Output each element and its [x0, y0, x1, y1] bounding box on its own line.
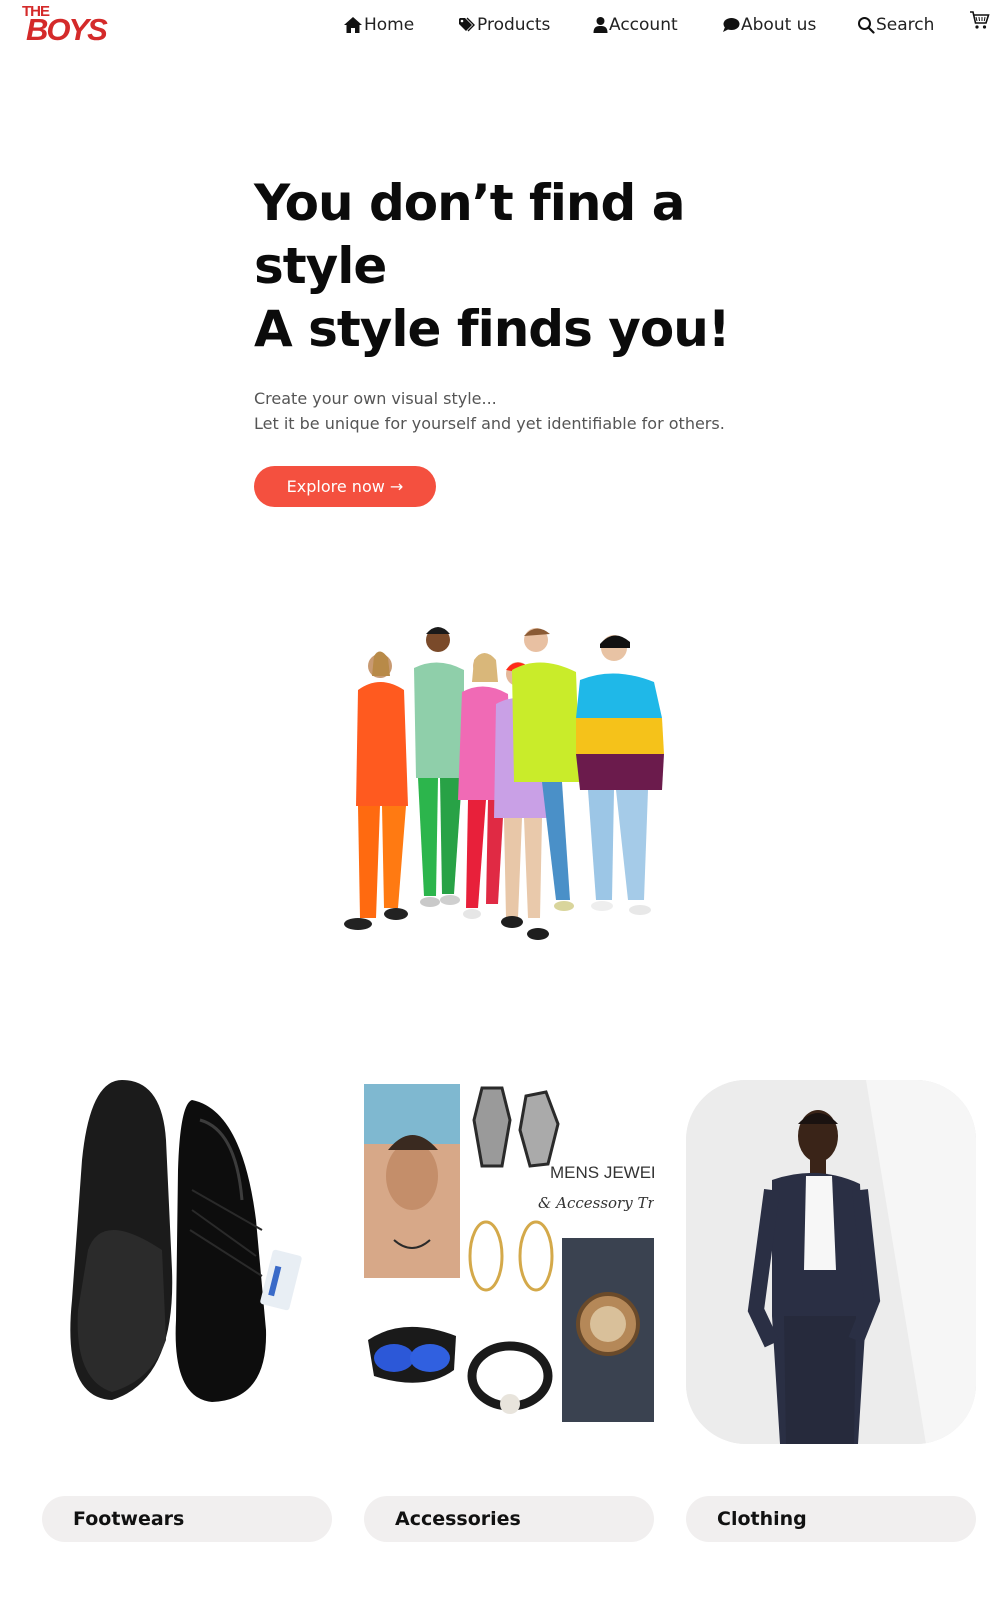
brand-logo[interactable]: THE BOYS — [22, 4, 126, 48]
nav-account[interactable]: Account — [593, 14, 678, 36]
cart-icon[interactable] — [969, 9, 991, 31]
nav-home[interactable]: Home — [343, 14, 414, 36]
user-icon — [593, 17, 608, 33]
nav-products[interactable]: Products — [458, 14, 550, 36]
home-icon — [344, 17, 362, 33]
hero-subtitle-line2: Let it be unique for yourself and yet id… — [254, 414, 725, 433]
person-orange — [344, 651, 408, 930]
search-icon — [858, 17, 875, 34]
accessories-image[interactable]: MENS JEWELRY & Accessory Trends — [364, 1080, 654, 1444]
chat-icon — [723, 18, 740, 32]
person-mint — [414, 627, 464, 907]
person-colorblock — [576, 635, 664, 915]
logo-boys-text: BOYS — [26, 12, 108, 47]
accessories-image-title: MENS JEWELRY — [550, 1163, 654, 1182]
footwears-image[interactable] — [42, 1080, 332, 1444]
tag-icon — [459, 17, 475, 32]
category-clothing[interactable]: Clothing — [686, 1496, 976, 1542]
nav-home-label: Home — [364, 15, 415, 35]
hero-title-line1: You don’t find a — [254, 174, 685, 232]
category-accessories[interactable]: Accessories — [364, 1496, 654, 1542]
nav-about-label: About us — [741, 15, 817, 35]
nav-search-label: Search — [876, 15, 935, 35]
nav-account-label: Account — [609, 15, 678, 35]
nav-search[interactable]: Search — [857, 14, 934, 36]
category-footwears[interactable]: Footwears — [42, 1496, 332, 1542]
hero-subtitle-line1: Create your own visual style... — [254, 389, 497, 408]
hero-title: You don’t find a style A style finds you… — [254, 172, 814, 361]
clothing-image[interactable] — [686, 1080, 976, 1444]
hero-title-line2: style — [254, 237, 387, 295]
hero-group-image — [344, 627, 664, 940]
site-header: THE BOYS Home Products Account About us … — [0, 0, 993, 56]
hero-title-line3: A style finds you! — [254, 300, 731, 358]
nav-products-label: Products — [477, 15, 551, 35]
person-yellow — [512, 628, 580, 911]
hero-subtitle: Create your own visual style... Let it b… — [254, 386, 814, 436]
clothing-illustration — [686, 1080, 976, 1444]
accessories-image-subtitle: & Accessory Trends — [538, 1194, 654, 1212]
explore-now-button[interactable]: Explore now → — [254, 466, 436, 507]
nav-about[interactable]: About us — [722, 14, 816, 36]
